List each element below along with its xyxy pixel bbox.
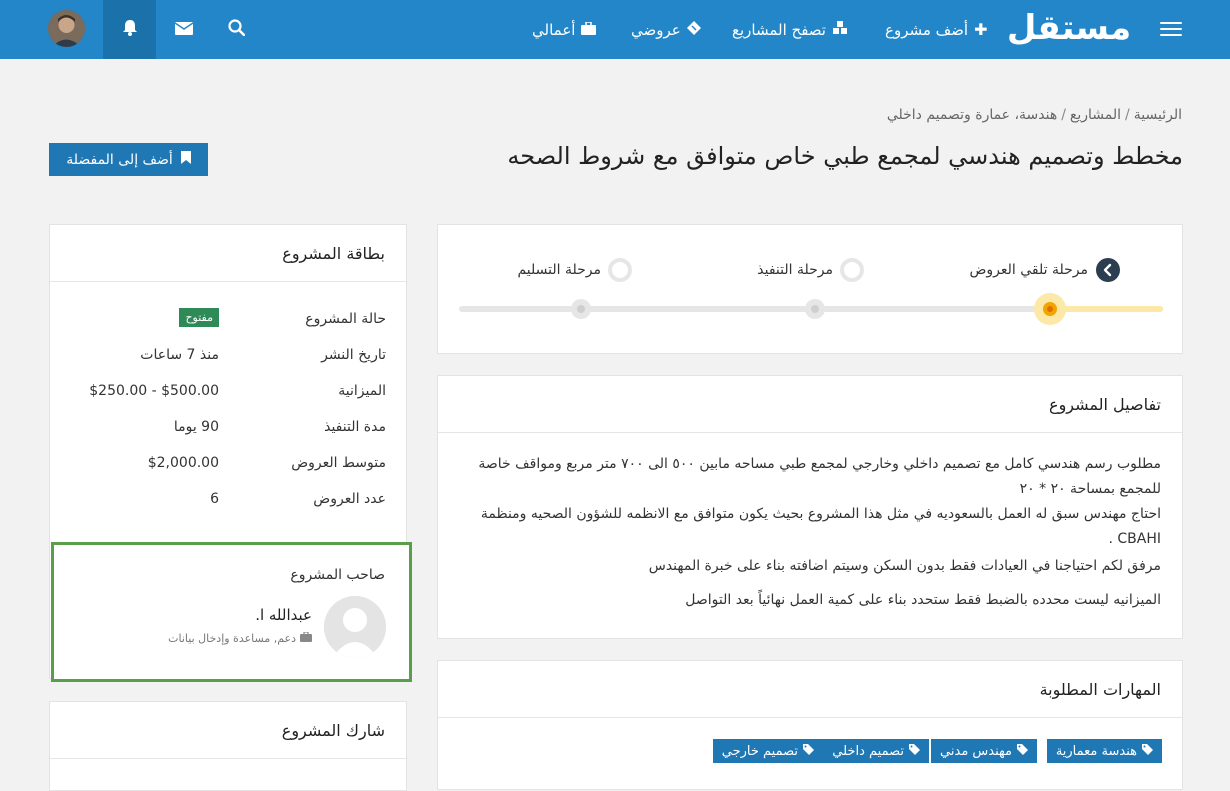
stage-delivery: مرحلة التسليم [517, 262, 601, 278]
owner-avatar[interactable] [324, 596, 386, 658]
skill-tag-label: تصميم داخلي [832, 743, 904, 759]
published-label: تاريخ النشر [321, 347, 386, 363]
required-skills-title: المهارات المطلوبة [438, 661, 1182, 718]
skill-tag-label: هندسة معمارية [1055, 743, 1137, 759]
briefcase-icon [300, 631, 312, 645]
offers-count-label: عدد العروض [313, 491, 386, 507]
project-description: مطلوب رسم هندسي كامل مع تصميم داخلي وخار… [471, 452, 1161, 613]
budget-label: الميزانية [338, 383, 386, 399]
status-label: حالة المشروع [305, 311, 386, 327]
cubes-icon [832, 20, 848, 39]
avg-offers-label: متوسط العروض [291, 455, 386, 471]
breadcrumb-separator: / [1125, 107, 1130, 123]
nav-browse-projects-label: تصفح المشاريع [732, 20, 826, 39]
offers-count-value: 6 [210, 491, 219, 507]
add-to-favorites-button[interactable]: أضف إلى المفضلة [49, 143, 208, 176]
owner-subtitle-text: دعم, مساعدة وإدخال بيانات [168, 632, 296, 645]
project-stages-card: مرحلة تلقي العروض مرحلة التنفيذ مرحلة ال… [437, 224, 1183, 354]
description-paragraph: احتاج مهندس سبق له العمل بالسعوديه في مث… [480, 506, 1161, 547]
stage-marker-current-core [1047, 306, 1053, 312]
owner-title: صاحب المشروع [290, 567, 385, 583]
tag-icon [909, 743, 920, 759]
description-paragraph: مرفق لكم احتياجنا في العيادات فقط بدون ا… [648, 558, 1161, 574]
ticket-icon [686, 20, 701, 39]
status-badge: مفتوح [179, 308, 219, 327]
nav-my-offers-label: عروضي [631, 20, 681, 39]
search-button[interactable] [210, 0, 263, 59]
required-skills-card: المهارات المطلوبة [437, 660, 1183, 790]
project-owner-box: صاحب المشروع عبدالله ا. دعم, مساعدة وإدخ… [51, 542, 412, 682]
bell-icon [122, 19, 138, 40]
project-details-card: تفاصيل المشروع مطلوب رسم هندسي كامل مع ت… [437, 375, 1183, 639]
skill-tag[interactable]: تصميم داخلي [823, 739, 929, 763]
description-paragraph: الميزانيه ليست محدده بالضبط فقط ستحدد بن… [685, 592, 1161, 608]
budget-value: $250.00 - $500.00 [89, 383, 219, 399]
stage-marker-inner [577, 305, 585, 313]
breadcrumb-projects[interactable]: المشاريع [1070, 107, 1121, 123]
owner-subtitle: دعم, مساعدة وإدخال بيانات [168, 631, 312, 645]
nav-browse-projects[interactable]: تصفح المشاريع [732, 0, 848, 59]
briefcase-icon [581, 20, 597, 39]
stage-marker-inner [811, 305, 819, 313]
duration-value: 90 يوما [173, 419, 219, 435]
add-to-favorites-label: أضف إلى المفضلة [66, 151, 173, 168]
description-paragraph: مطلوب رسم هندسي كامل مع تصميم داخلي وخار… [478, 456, 1161, 497]
project-details-title: تفاصيل المشروع [438, 376, 1182, 433]
share-project-title: شارك المشروع [50, 702, 406, 759]
nav-my-works-label: أعمالي [532, 20, 576, 39]
tag-icon [803, 743, 814, 759]
tag-icon [1017, 743, 1028, 759]
tag-icon [1142, 743, 1153, 759]
project-card-title: بطاقة المشروع [50, 225, 406, 282]
stage-receiving-offers: مرحلة تلقي العروض [969, 262, 1088, 278]
skill-tag-label: مهندس مدني [940, 743, 1012, 759]
breadcrumb: الرئيسية/المشاريع/هندسة، عمارة وتصميم دا… [887, 107, 1182, 123]
stage-current-icon [1096, 258, 1120, 282]
notifications-button[interactable] [103, 0, 156, 59]
skill-tag[interactable]: مهندس مدني [931, 739, 1037, 763]
stage-execution: مرحلة التنفيذ [757, 262, 833, 278]
stage-pending-icon [608, 258, 632, 282]
nav-my-offers[interactable]: عروضي [631, 0, 701, 59]
owner-name[interactable]: عبدالله ا. [255, 606, 312, 624]
bookmark-icon [180, 151, 191, 168]
nav-my-works[interactable]: أعمالي [532, 0, 597, 59]
breadcrumb-category[interactable]: هندسة، عمارة وتصميم داخلي [887, 107, 1057, 123]
search-icon [228, 19, 246, 40]
skill-tag[interactable]: هندسة معمارية [1046, 739, 1162, 763]
site-logo[interactable]: مستقل [1004, 5, 1134, 51]
user-avatar[interactable] [48, 10, 85, 47]
breadcrumb-home[interactable]: الرئيسية [1134, 107, 1182, 123]
stage-pending-icon [840, 258, 864, 282]
avg-offers-value: $2,000.00 [147, 455, 219, 471]
page-title: مخطط وتصميم هندسي لمجمع طبي خاص متوافق م… [507, 142, 1183, 170]
stages-progress [1050, 306, 1163, 312]
nav-add-project[interactable]: ✚ أضف مشروع [885, 0, 988, 59]
skill-tag[interactable]: تصميم خارجي [712, 739, 823, 763]
skill-tag-label: تصميم خارجي [721, 743, 798, 759]
top-navbar: مستقل ✚ أضف مشروع تصفح المشاريع عروضي أع… [0, 0, 1230, 59]
duration-label: مدة التنفيذ [324, 419, 386, 435]
menu-icon[interactable] [1160, 20, 1184, 38]
published-value: منذ 7 ساعات [140, 347, 219, 363]
messages-button[interactable] [157, 0, 210, 59]
nav-add-project-label: أضف مشروع [885, 20, 969, 39]
envelope-icon [174, 20, 193, 39]
breadcrumb-separator: / [1061, 107, 1066, 123]
plus-icon: ✚ [974, 20, 988, 39]
